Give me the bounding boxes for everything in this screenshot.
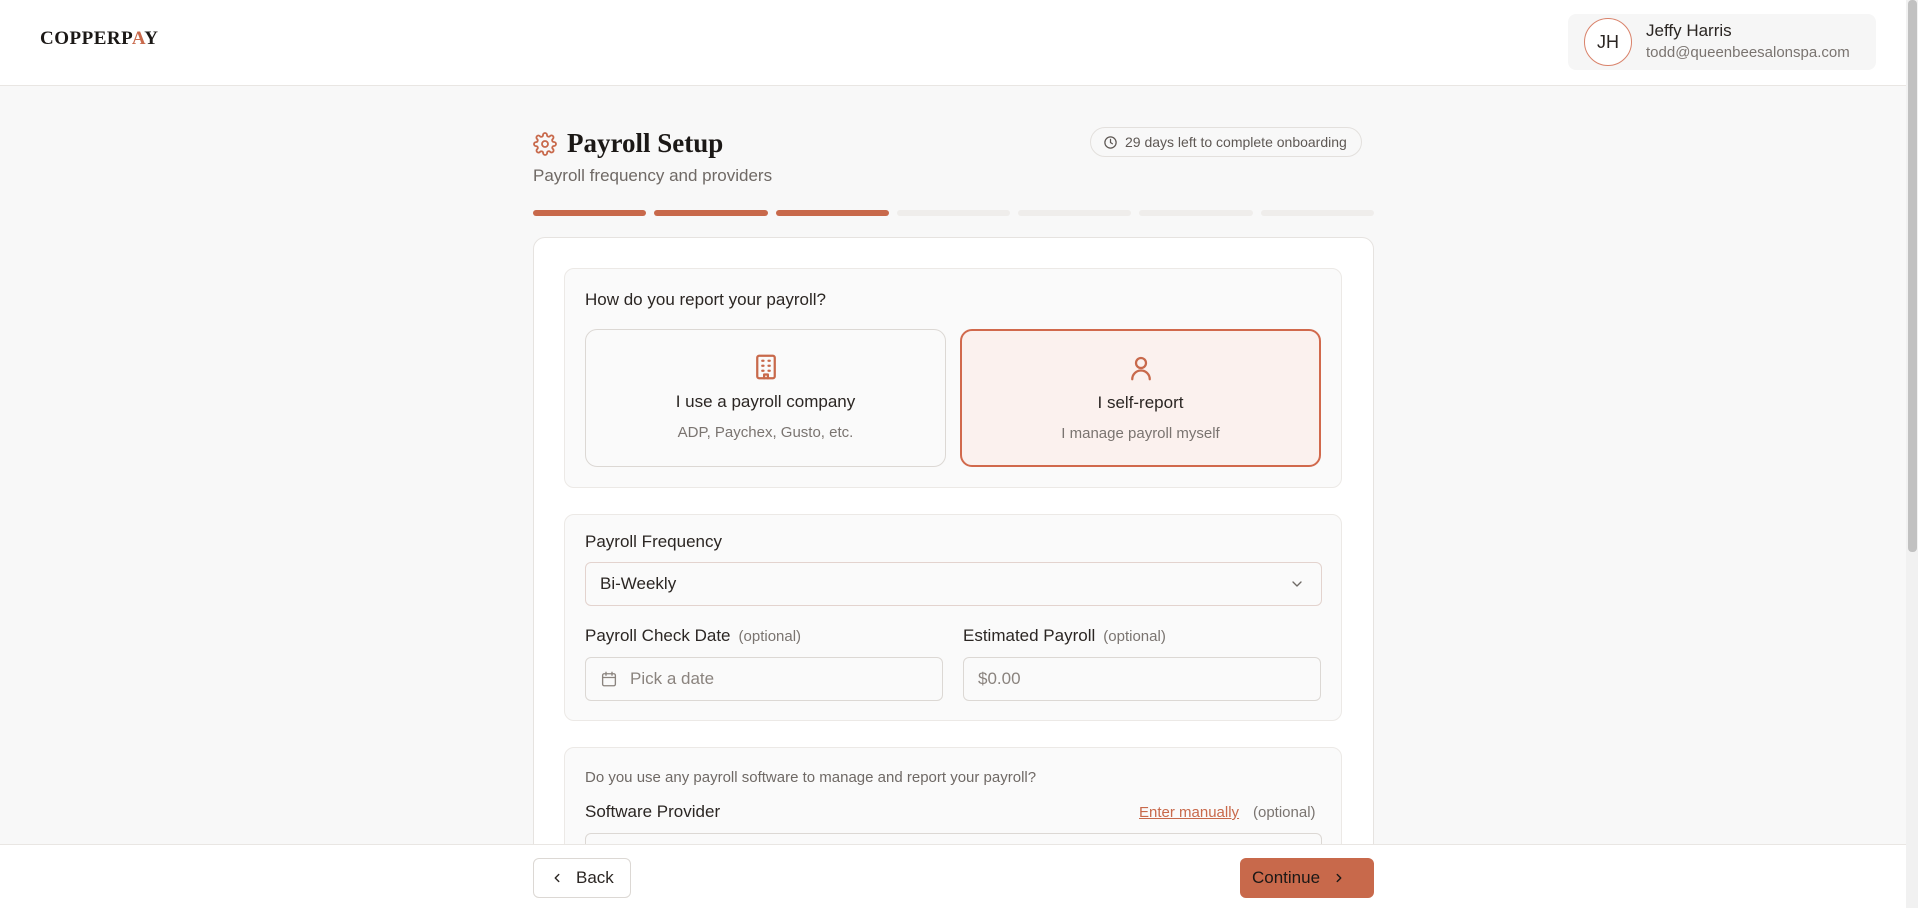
page-subtitle: Payroll frequency and providers — [533, 166, 773, 185]
chevron-left-icon — [554, 873, 560, 883]
chevron-right-icon — [1336, 873, 1342, 883]
enter-manually-link[interactable]: Enter manually — [1139, 804, 1239, 821]
footer-bar — [0, 844, 1906, 908]
gear-icon — [533, 132, 557, 156]
software-optional-label: (optional) — [1253, 804, 1316, 821]
check-date-picker[interactable]: Pick a date — [585, 657, 943, 701]
progress-step — [654, 210, 768, 216]
option-subtitle: ADP, Paychex, Gusto, etc. — [677, 424, 854, 441]
clock-icon — [1104, 135, 1117, 149]
deadline-badge: 29 days left to complete onboarding — [1090, 127, 1362, 157]
user-email: todd@queenbeesalonspa.com — [1646, 44, 1850, 61]
user-icon — [1130, 356, 1151, 381]
user-name: Jeffy Harris — [1646, 21, 1732, 40]
chevron-down-icon — [1292, 581, 1302, 587]
continue-label: Continue — [1252, 868, 1321, 887]
building-icon — [755, 354, 776, 380]
progress-step — [1018, 210, 1132, 216]
software-provider-label: Software Provider — [585, 802, 721, 821]
check-date-label: Payroll Check Date (optional) — [585, 626, 802, 645]
back-button[interactable]: Back — [533, 858, 631, 898]
estimated-payroll-input[interactable]: $0.00 — [963, 657, 1321, 701]
deadline-text: 29 days left to complete onboarding — [1125, 134, 1347, 150]
report-question: How do you report your payroll? — [585, 290, 826, 309]
user-menu[interactable]: JH Jeffy Harris todd@queenbeesalonspa.co… — [1568, 14, 1876, 70]
progress-step — [533, 210, 647, 216]
step-progress — [533, 210, 1374, 216]
frequency-value: Bi-Weekly — [600, 574, 677, 593]
frequency-label: Payroll Frequency — [585, 532, 723, 551]
continue-button[interactable]: Continue — [1240, 858, 1374, 898]
option-payroll-company[interactable]: I use a payroll company ADP, Paychex, Gu… — [585, 329, 946, 467]
estimated-payroll-placeholder: $0.00 — [978, 669, 1021, 688]
top-bar: COPPERPAY JH Jeffy Harris todd@queenbees… — [0, 0, 1906, 86]
check-date-placeholder: Pick a date — [630, 669, 715, 688]
progress-step — [1260, 210, 1374, 216]
calendar-icon — [601, 671, 617, 687]
software-question: Do you use any payroll software to manag… — [585, 769, 1037, 786]
option-title: I use a payroll company — [675, 392, 856, 411]
option-title: I self-report — [1097, 393, 1184, 412]
progress-step — [1139, 210, 1253, 216]
progress-step — [896, 210, 1011, 216]
avatar: JH — [1584, 18, 1632, 66]
page-title: Payroll Setup — [567, 128, 724, 158]
scrollbar-thumb[interactable] — [1908, 0, 1917, 552]
frequency-select[interactable]: Bi-Weekly — [585, 562, 1322, 606]
option-self-report[interactable]: I self-report I manage payroll myself — [960, 329, 1321, 467]
option-subtitle: I manage payroll myself — [1061, 425, 1220, 442]
back-label: Back — [576, 868, 614, 887]
estimated-payroll-label: Estimated Payroll (optional) — [963, 626, 1166, 645]
progress-step — [775, 210, 889, 216]
copperpay-logo[interactable]: COPPERPAY — [40, 28, 159, 50]
